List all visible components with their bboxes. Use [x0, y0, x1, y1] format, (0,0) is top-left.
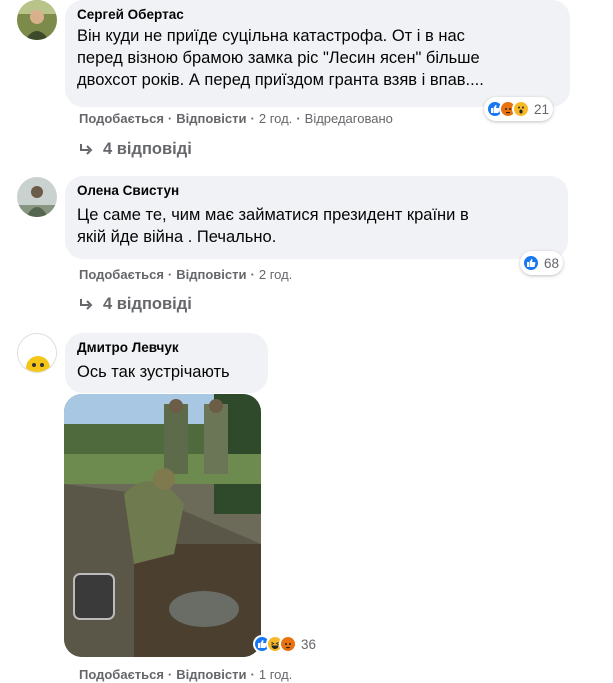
comment-actions: Подобається · Відповісти · 2 год. · Відредагов…	[79, 111, 393, 126]
edited-label: Відредаговано	[304, 111, 393, 126]
replies-label: 4 відповіді	[103, 140, 192, 158]
reaction-summary[interactable]: 36	[251, 632, 320, 656]
avatar[interactable]	[17, 0, 57, 40]
angry-face-icon	[279, 635, 297, 653]
like-button[interactable]: Подобається	[79, 667, 164, 682]
view-replies-button[interactable]: 4 відповіді	[79, 140, 192, 159]
reaction-count: 36	[301, 636, 317, 652]
timestamp[interactable]: 2 год.	[259, 111, 292, 126]
view-replies-button[interactable]: 4 відповіді	[79, 295, 192, 314]
reply-arrow-icon	[80, 298, 93, 310]
like-button[interactable]: Подобається	[79, 267, 164, 282]
comment-text: Ось так зустрічають	[77, 363, 230, 381]
reaction-count: 68	[544, 255, 560, 271]
comment-bubble: Дмитро Левчук Ось так зустрічають	[65, 333, 268, 393]
comment-text: Це саме те, чим має займатися президент …	[77, 206, 469, 246]
reply-button[interactable]: Відповісти	[176, 267, 246, 282]
comment-actions: Подобається · Відповісти · 1 год.	[79, 667, 293, 682]
comment-actions: Подобається · Відповісти · 2 год.	[79, 267, 293, 282]
surprised-face-icon	[512, 100, 530, 118]
reaction-summary[interactable]: 68	[520, 251, 564, 275]
comment-author[interactable]: Сергей Обертас	[77, 6, 558, 24]
comment-author[interactable]: Олена Свистун	[77, 182, 556, 200]
replies-label: 4 відповіді	[103, 295, 192, 313]
comment-bubble: Сергей Обертас Він куди не приїде суціль…	[65, 0, 570, 107]
reaction-summary[interactable]: 21	[484, 97, 554, 121]
comment-photo[interactable]	[64, 394, 261, 657]
timestamp[interactable]: 2 год.	[259, 267, 292, 282]
avatar[interactable]	[17, 177, 57, 217]
like-button[interactable]: Подобається	[79, 111, 164, 126]
comment-author[interactable]: Дмитро Левчук	[77, 339, 256, 357]
reaction-count: 21	[534, 101, 550, 117]
reply-button[interactable]: Відповісти	[176, 111, 246, 126]
thumbs-up-icon	[522, 254, 540, 272]
reply-button[interactable]: Відповісти	[176, 667, 246, 682]
avatar[interactable]	[17, 333, 57, 373]
timestamp[interactable]: 1 год.	[259, 667, 292, 682]
comment-text: Він куди не приїде суцільна катастрофа. …	[77, 27, 484, 89]
reply-arrow-icon	[80, 143, 93, 155]
comment-bubble: Олена Свистун Це саме те, чим має займат…	[65, 176, 568, 259]
